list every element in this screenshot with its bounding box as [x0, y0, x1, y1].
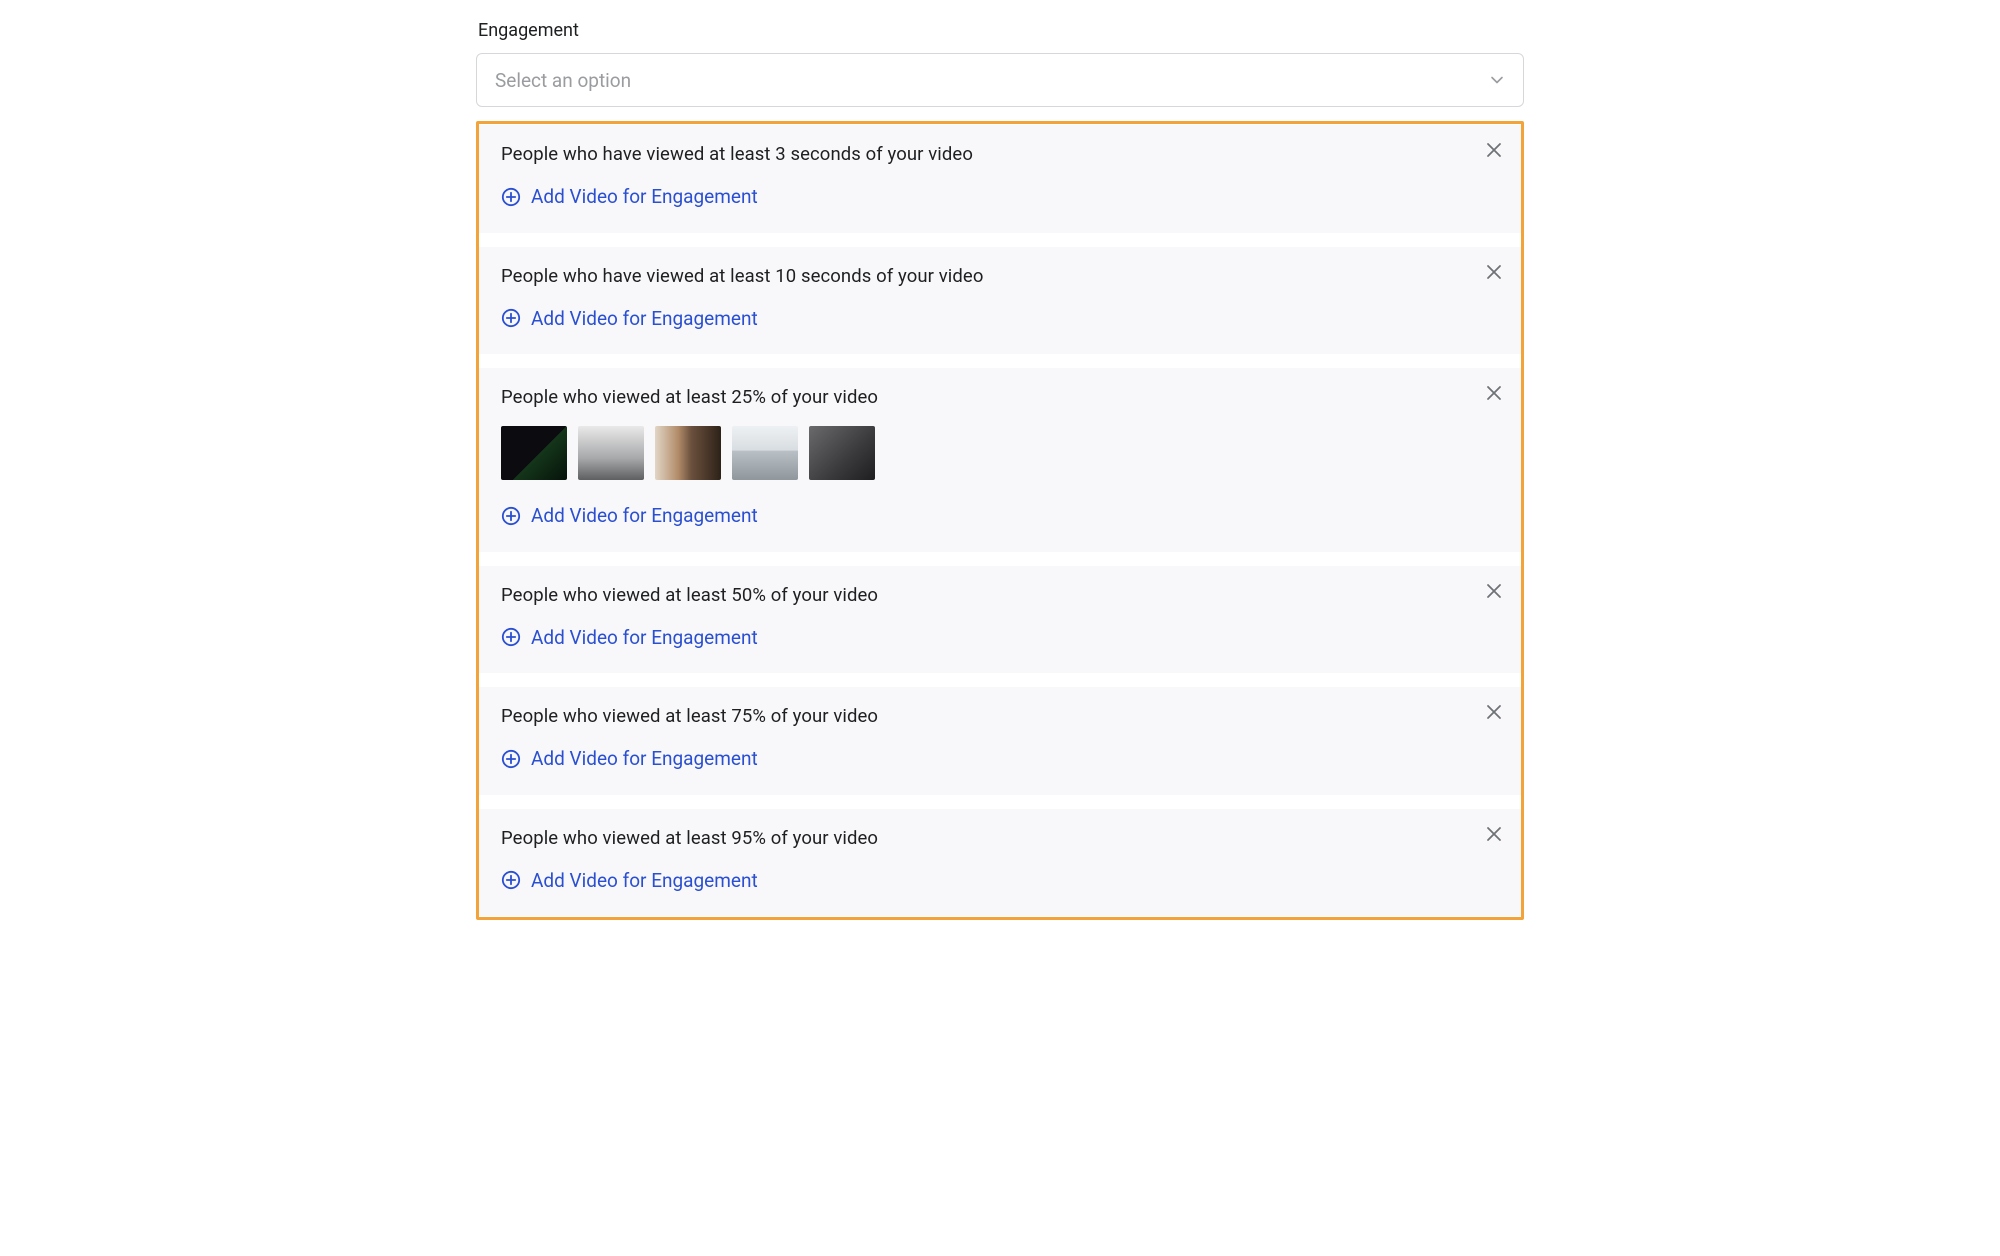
add-video-button[interactable]: Add Video for Engagement — [501, 307, 758, 330]
close-icon — [1485, 141, 1503, 159]
close-button[interactable] — [1483, 382, 1505, 404]
engagement-card: People who viewed at least 75% of your v… — [479, 687, 1521, 795]
add-video-button[interactable]: Add Video for Engagement — [501, 747, 758, 770]
add-video-button[interactable]: Add Video for Engagement — [501, 504, 758, 527]
close-icon — [1485, 263, 1503, 281]
video-thumbnails — [501, 426, 1499, 480]
add-video-button[interactable]: Add Video for Engagement — [501, 869, 758, 892]
close-button[interactable] — [1483, 823, 1505, 845]
plus-circle-icon — [501, 308, 521, 328]
add-video-label: Add Video for Engagement — [531, 307, 758, 330]
card-title: People who viewed at least 75% of your v… — [501, 705, 1499, 727]
chevron-down-icon — [1489, 72, 1505, 88]
select-placeholder: Select an option — [495, 69, 631, 92]
engagement-card: People who viewed at least 25% of your v… — [479, 368, 1521, 552]
close-icon — [1485, 582, 1503, 600]
video-thumbnail[interactable] — [655, 426, 721, 480]
add-video-label: Add Video for Engagement — [531, 747, 758, 770]
add-video-label: Add Video for Engagement — [531, 185, 758, 208]
engagement-card: People who have viewed at least 10 secon… — [479, 247, 1521, 355]
plus-circle-icon — [501, 627, 521, 647]
plus-circle-icon — [501, 870, 521, 890]
engagement-card: People who have viewed at least 3 second… — [479, 125, 1521, 233]
add-video-button[interactable]: Add Video for Engagement — [501, 626, 758, 649]
video-thumbnail[interactable] — [809, 426, 875, 480]
card-title: People who viewed at least 95% of your v… — [501, 827, 1499, 849]
video-thumbnail[interactable] — [732, 426, 798, 480]
close-icon — [1485, 703, 1503, 721]
add-video-label: Add Video for Engagement — [531, 869, 758, 892]
close-icon — [1485, 384, 1503, 402]
add-video-label: Add Video for Engagement — [531, 504, 758, 527]
card-title: People who viewed at least 25% of your v… — [501, 386, 1499, 408]
engagement-card: People who viewed at least 95% of your v… — [479, 809, 1521, 917]
engagement-select[interactable]: Select an option — [476, 53, 1524, 107]
video-thumbnail[interactable] — [501, 426, 567, 480]
close-button[interactable] — [1483, 580, 1505, 602]
plus-circle-icon — [501, 506, 521, 526]
close-button[interactable] — [1483, 261, 1505, 283]
add-video-label: Add Video for Engagement — [531, 626, 758, 649]
card-title: People who viewed at least 50% of your v… — [501, 584, 1499, 606]
plus-circle-icon — [501, 749, 521, 769]
close-button[interactable] — [1483, 701, 1505, 723]
engagement-card: People who viewed at least 50% of your v… — [479, 566, 1521, 674]
close-button[interactable] — [1483, 139, 1505, 161]
add-video-button[interactable]: Add Video for Engagement — [501, 185, 758, 208]
section-label: Engagement — [478, 20, 1524, 41]
card-title: People who have viewed at least 10 secon… — [501, 265, 1499, 287]
video-thumbnail[interactable] — [578, 426, 644, 480]
engagement-cards-highlight: People who have viewed at least 3 second… — [476, 121, 1524, 920]
plus-circle-icon — [501, 187, 521, 207]
card-title: People who have viewed at least 3 second… — [501, 143, 1499, 165]
close-icon — [1485, 825, 1503, 843]
